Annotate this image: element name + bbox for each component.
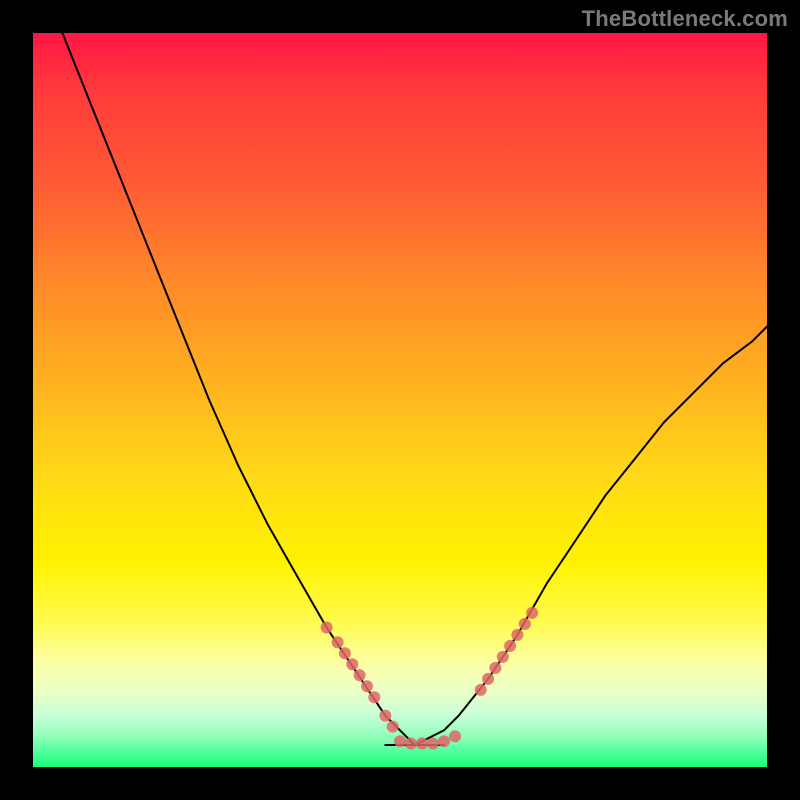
dot-right-dots: [526, 607, 538, 619]
chart-frame: TheBottleneck.com: [0, 0, 800, 800]
dot-bottom-dots: [394, 735, 406, 747]
dot-left-dots: [368, 691, 380, 703]
dot-bottom-dots: [416, 738, 428, 750]
dot-left-dots: [346, 658, 358, 670]
dot-left-dots: [332, 636, 344, 648]
curve-left-curve: [62, 33, 414, 745]
dot-right-dots: [497, 651, 509, 663]
dot-left-dots: [361, 680, 373, 692]
dot-right-dots: [504, 640, 516, 652]
dot-right-dots: [519, 618, 531, 630]
dot-bottom-dots: [405, 738, 417, 750]
plot-area: [33, 33, 767, 767]
curve-right-curve: [415, 327, 767, 745]
dot-left-dots: [387, 721, 399, 733]
dot-bottom-dots: [449, 730, 461, 742]
watermark-text: TheBottleneck.com: [582, 6, 788, 32]
chart-svg: [33, 33, 767, 767]
dot-left-dots: [339, 647, 351, 659]
dot-right-dots: [475, 684, 487, 696]
dot-left-dots: [379, 710, 391, 722]
dot-right-dots: [489, 662, 501, 674]
dot-left-dots: [354, 669, 366, 681]
dot-bottom-dots: [438, 735, 450, 747]
dot-right-dots: [511, 629, 523, 641]
dot-left-dots: [321, 622, 333, 634]
dot-bottom-dots: [427, 738, 439, 750]
dot-right-dots: [482, 673, 494, 685]
